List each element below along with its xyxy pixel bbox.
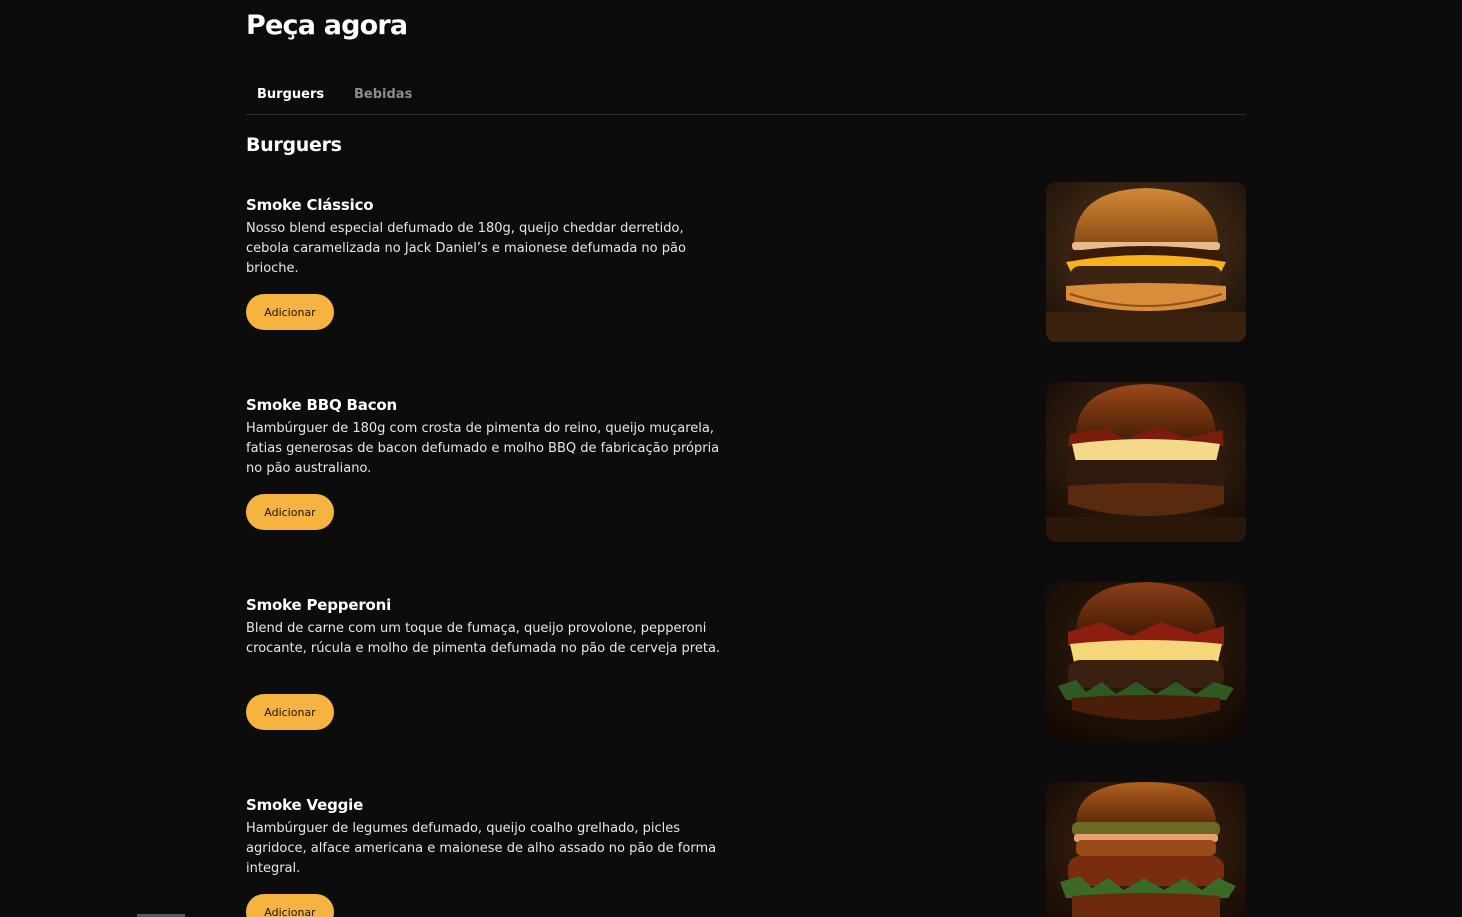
burger-bbq-bacon-photo: [1046, 382, 1246, 542]
tab-bebidas[interactable]: Bebidas: [354, 78, 412, 113]
burger-classic-photo: [1046, 182, 1246, 342]
add-button[interactable]: Adicionar: [246, 294, 334, 330]
item-name: Smoke Clássico: [246, 196, 374, 214]
section-title: Burguers: [246, 134, 342, 156]
item-description: Nosso blend especial defumado de 180g, q…: [246, 221, 686, 276]
item-description: Hambúrguer de 180g com crosta de pimenta…: [246, 421, 720, 476]
item-description: Hambúrguer de legumes defumado, queijo c…: [246, 821, 717, 876]
page-title: Peça agora: [246, 10, 408, 41]
add-button[interactable]: Adicionar: [246, 894, 334, 917]
menu-item: Smoke Pepperoni Blend de carne com um to…: [246, 582, 1246, 742]
add-button[interactable]: Adicionar: [246, 694, 334, 730]
item-name: Smoke Pepperoni: [246, 596, 392, 614]
item-name: Smoke BBQ Bacon: [246, 396, 397, 414]
item-description: Blend de carne com um toque de fumaça, q…: [246, 621, 721, 656]
menu-item: Smoke Veggie Hambúrguer de legumes defum…: [246, 782, 1246, 917]
item-name: Smoke Veggie: [246, 796, 364, 814]
category-tabs: Burguers Bebidas: [246, 78, 1246, 115]
burger-pepperoni-photo: [1046, 582, 1246, 742]
menu-item: Smoke BBQ Bacon Hambúrguer de 180g com c…: [246, 382, 1246, 542]
page: Peça agora Burguers Bebidas Burguers Smo…: [0, 0, 1462, 917]
add-button[interactable]: Adicionar: [246, 494, 334, 530]
burger-veggie-photo: [1046, 782, 1246, 917]
menu-item: Smoke Clássico Nosso blend especial defu…: [246, 182, 1246, 342]
tab-burguers[interactable]: Burguers: [257, 78, 324, 113]
